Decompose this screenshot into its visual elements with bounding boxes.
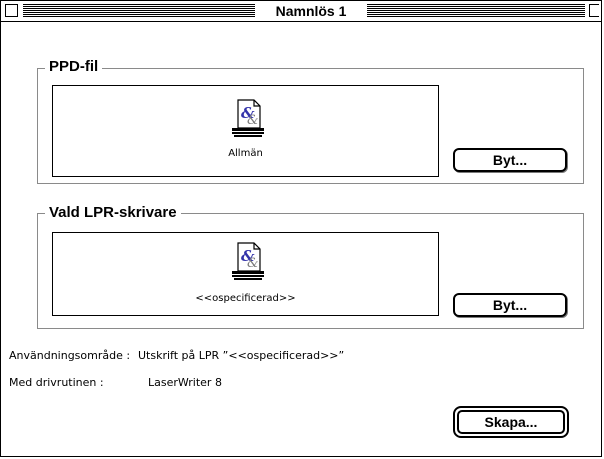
lpr-printer-label: <<ospecificerad>> (195, 293, 296, 304)
lpr-change-button[interactable]: Byt... (453, 293, 567, 317)
desktop-printer-window: Namnlös 1 PPD-fil & & Allmän Byt... Vald… (0, 0, 602, 457)
create-button-label: Skapa... (457, 410, 565, 434)
ppd-file-well[interactable]: & & Allmän (52, 85, 439, 177)
create-button[interactable]: Skapa... (453, 406, 569, 438)
ppd-document-icon: & & (232, 99, 264, 137)
title-bar[interactable]: Namnlös 1 (1, 1, 601, 22)
lpr-printer-well[interactable]: & & <<ospecificerad>> (52, 232, 439, 316)
usage-label: Användningsområde : (9, 349, 131, 362)
driver-value: LaserWriter 8 (148, 376, 222, 389)
ppd-file-label: Allmän (228, 148, 263, 159)
ppd-change-button[interactable]: Byt... (453, 148, 567, 172)
title-bar-stripes-right (367, 4, 585, 17)
driver-label: Med drivrutinen : (9, 376, 104, 389)
svg-text:&: & (247, 113, 259, 128)
close-box-icon[interactable] (5, 4, 18, 17)
usage-value: Utskrift på LPR ”<<ospecificerad>>” (138, 349, 345, 362)
ppd-file-group-title: PPD-fil (45, 58, 103, 76)
window-title: Namnlös 1 (255, 1, 367, 21)
svg-text:&: & (247, 256, 259, 271)
lpr-printer-group-title: Vald LPR-skrivare (45, 204, 181, 222)
zoom-box-icon[interactable] (589, 4, 599, 17)
printer-document-icon: & & (232, 242, 264, 280)
title-bar-stripes-left (23, 4, 255, 17)
